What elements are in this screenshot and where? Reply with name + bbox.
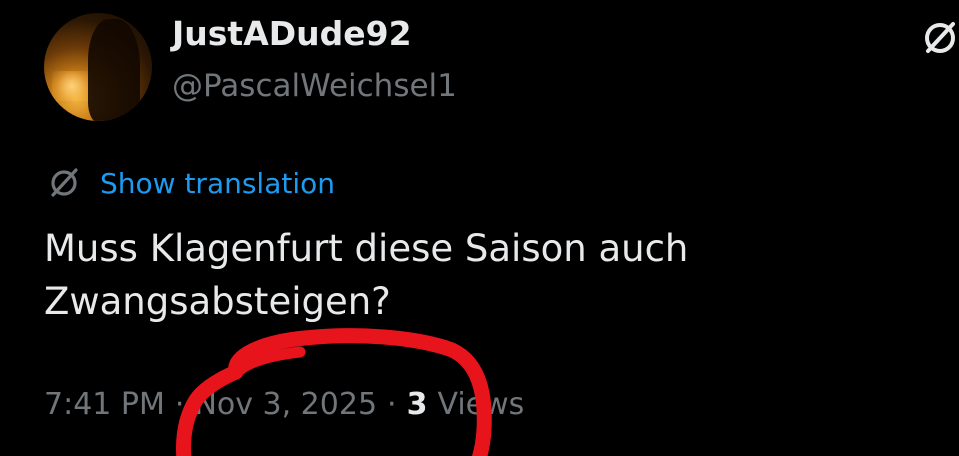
author-handle[interactable]: @PascalWeichsel1 xyxy=(172,68,457,104)
post-meta: 7:41 PM · Nov 3, 2025 · 3 Views xyxy=(44,387,524,422)
avatar-glow xyxy=(52,71,92,101)
post-time[interactable]: 7:41 PM xyxy=(44,387,165,422)
translate-icon xyxy=(51,168,78,197)
meta-separator-2: · xyxy=(387,387,397,422)
post-date[interactable]: Nov 3, 2025 xyxy=(194,387,377,422)
meta-separator-1: · xyxy=(174,387,185,422)
author-display-name[interactable]: JustADude92 xyxy=(172,14,412,53)
show-translation-button[interactable]: Show translation xyxy=(46,163,335,203)
views-count[interactable]: 3 xyxy=(407,387,428,422)
views-label: Views xyxy=(437,387,525,422)
grok-icon[interactable] xyxy=(920,18,959,58)
avatar[interactable] xyxy=(44,13,152,121)
avatar-silhouette xyxy=(88,19,140,121)
post-text: Muss Klagenfurt diese Saison auch Zwangs… xyxy=(44,227,689,323)
show-translation-label: Show translation xyxy=(100,166,336,200)
